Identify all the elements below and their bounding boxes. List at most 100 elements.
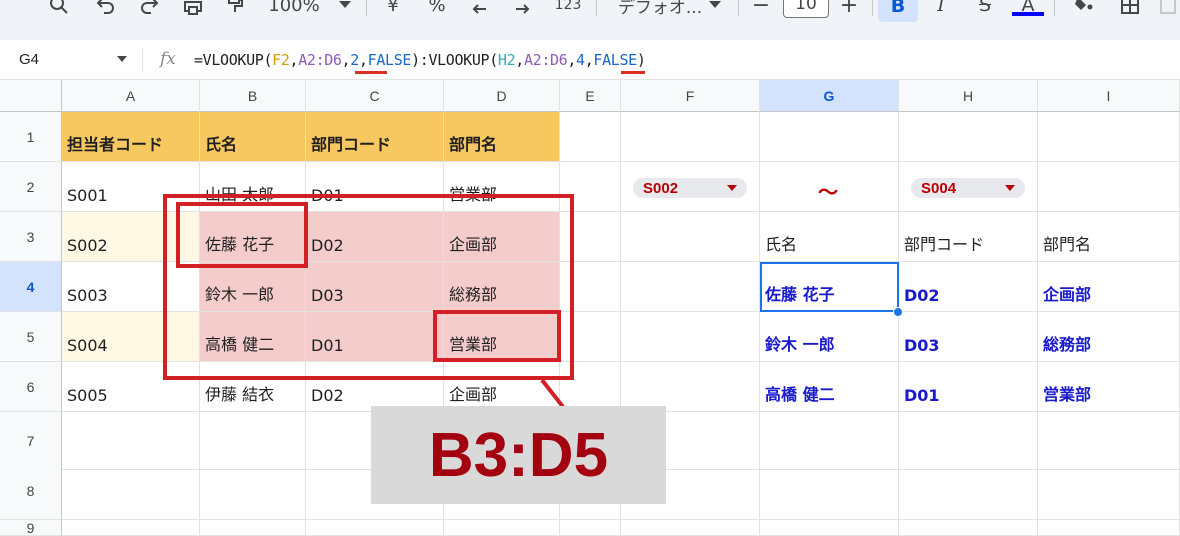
cell-h8[interactable] <box>899 462 1038 520</box>
range-from-dropdown[interactable]: S002 <box>633 178 747 198</box>
formula-bar: G4 fx =VLOOKUP(F2,A2:D6,2,FALSE):VLOOKUP… <box>0 40 1180 80</box>
zoom-dropdown-icon[interactable] <box>336 0 354 18</box>
row-header-2[interactable]: 2 <box>0 162 62 212</box>
column-header-b[interactable]: B <box>200 80 306 112</box>
bold-label: B <box>890 0 906 17</box>
formula-token: , <box>358 51 368 69</box>
range-to-dropdown[interactable]: S004 <box>911 178 1025 198</box>
cell-i2[interactable] <box>1038 162 1180 212</box>
name-box[interactable]: G4 <box>19 51 39 68</box>
formula-token: FALSE <box>367 51 412 69</box>
cell-g1[interactable] <box>760 112 899 162</box>
borders-icon[interactable] <box>1116 0 1144 18</box>
merge-cells-icon[interactable] <box>1156 0 1180 18</box>
formula-token: , <box>289 51 299 69</box>
fill-color-icon[interactable] <box>1070 0 1098 18</box>
currency-button[interactable]: ¥ <box>380 0 406 18</box>
result-header-cell[interactable]: 部門名 <box>1038 212 1180 262</box>
cell-d9[interactable] <box>444 520 560 536</box>
row-header-3[interactable]: 3 <box>0 212 62 262</box>
cell-h9[interactable] <box>899 520 1038 536</box>
result-cell[interactable]: 高橋 健二 <box>760 362 899 412</box>
table-header-cell[interactable]: 部門コード <box>306 112 444 162</box>
strikethrough-button[interactable]: S <box>972 0 998 18</box>
table-header-cell[interactable]: 部門名 <box>444 112 560 162</box>
result-cell[interactable]: 営業部 <box>1038 362 1180 412</box>
decimal-increase-icon[interactable] <box>510 0 536 18</box>
column-header-e[interactable]: E <box>560 80 621 112</box>
column-header-g[interactable]: G <box>760 80 899 112</box>
font-select[interactable]: デフォオ... <box>612 0 708 18</box>
cell-g8[interactable] <box>760 462 899 520</box>
cell-a9[interactable] <box>62 520 200 536</box>
cell-f6[interactable] <box>621 362 760 412</box>
formula-token: FALSE <box>593 51 637 69</box>
fill-handle[interactable] <box>893 307 903 317</box>
cell-h1[interactable] <box>899 112 1038 162</box>
cell-g9[interactable] <box>760 520 899 536</box>
italic-button[interactable]: I <box>928 0 954 18</box>
formula-token: ):VLOOKUP( <box>411 51 498 69</box>
result-header-cell[interactable]: 氏名 <box>760 212 899 262</box>
row-header-9[interactable]: 9 <box>0 520 62 536</box>
font-size-input[interactable]: 10 <box>783 0 829 18</box>
cell-e1[interactable] <box>560 112 621 162</box>
formula-token: =VLOOKUP( <box>194 51 273 69</box>
print-icon[interactable] <box>180 0 206 18</box>
table-header-cell[interactable]: 担当者コード <box>62 112 200 162</box>
redo-icon[interactable] <box>137 0 163 18</box>
row-header-8[interactable]: 8 <box>0 462 62 520</box>
cell-f9[interactable] <box>621 520 760 536</box>
row-header-5[interactable]: 5 <box>0 312 62 362</box>
formula-token: , <box>515 51 524 69</box>
cell-i1[interactable] <box>1038 112 1180 162</box>
percent-button[interactable]: % <box>424 0 450 18</box>
cell-a8[interactable] <box>62 462 200 520</box>
cell-f3[interactable] <box>621 212 760 262</box>
column-header-i[interactable]: I <box>1038 80 1180 112</box>
undo-icon[interactable] <box>92 0 118 18</box>
column-header-a[interactable]: A <box>62 80 200 112</box>
result-header-cell[interactable]: 部門コード <box>899 212 1038 262</box>
decimal-decrease-icon[interactable] <box>468 0 494 18</box>
column-header-f[interactable]: F <box>621 80 760 112</box>
result-cell[interactable]: D02 <box>899 262 1038 312</box>
row-header-4[interactable]: 4 <box>0 262 62 312</box>
select-all-corner[interactable] <box>0 80 62 112</box>
chevron-down-icon <box>1005 185 1015 191</box>
cell-f5[interactable] <box>621 312 760 362</box>
bold-button[interactable]: B <box>878 0 918 22</box>
paint-format-icon[interactable] <box>222 0 248 18</box>
formula-underline-col2 <box>355 71 387 74</box>
row-header-6[interactable]: 6 <box>0 362 62 412</box>
cell-b9[interactable] <box>200 520 306 536</box>
cell-b8[interactable] <box>200 462 306 520</box>
currency-label: ¥ <box>387 0 399 16</box>
cell-i8[interactable] <box>1038 462 1180 520</box>
row-header-1[interactable]: 1 <box>0 112 62 162</box>
zoom-label: 100% <box>268 0 320 16</box>
column-header-d[interactable]: D <box>444 80 560 112</box>
cell-e9[interactable] <box>560 520 621 536</box>
formula-input[interactable]: =VLOOKUP(F2,A2:D6,2,FALSE):VLOOKUP(H2,A2… <box>194 51 646 69</box>
cell-c9[interactable] <box>306 520 444 536</box>
result-cell[interactable]: D03 <box>899 312 1038 362</box>
column-header-c[interactable]: C <box>306 80 444 112</box>
result-cell[interactable]: 鈴木 一郎 <box>760 312 899 362</box>
table-header-cell[interactable]: 氏名 <box>200 112 306 162</box>
cell-f1[interactable] <box>621 112 760 162</box>
font-size-increase-button[interactable]: + <box>838 0 860 18</box>
cell-i9[interactable] <box>1038 520 1180 536</box>
result-cell[interactable]: D01 <box>899 362 1038 412</box>
column-header-h[interactable]: H <box>899 80 1038 112</box>
name-box-dropdown-icon[interactable] <box>117 56 127 62</box>
range-from-value: S002 <box>643 179 679 197</box>
font-size-decrease-button[interactable]: − <box>750 0 772 18</box>
font-dropdown-icon[interactable] <box>706 0 724 18</box>
cell-f4[interactable] <box>621 262 760 312</box>
result-cell[interactable]: 総務部 <box>1038 312 1180 362</box>
search-icon[interactable] <box>46 0 72 18</box>
result-cell[interactable]: 企画部 <box>1038 262 1180 312</box>
number-format-button[interactable]: 123 <box>548 0 588 18</box>
zoom-select[interactable]: 100% <box>262 0 326 18</box>
